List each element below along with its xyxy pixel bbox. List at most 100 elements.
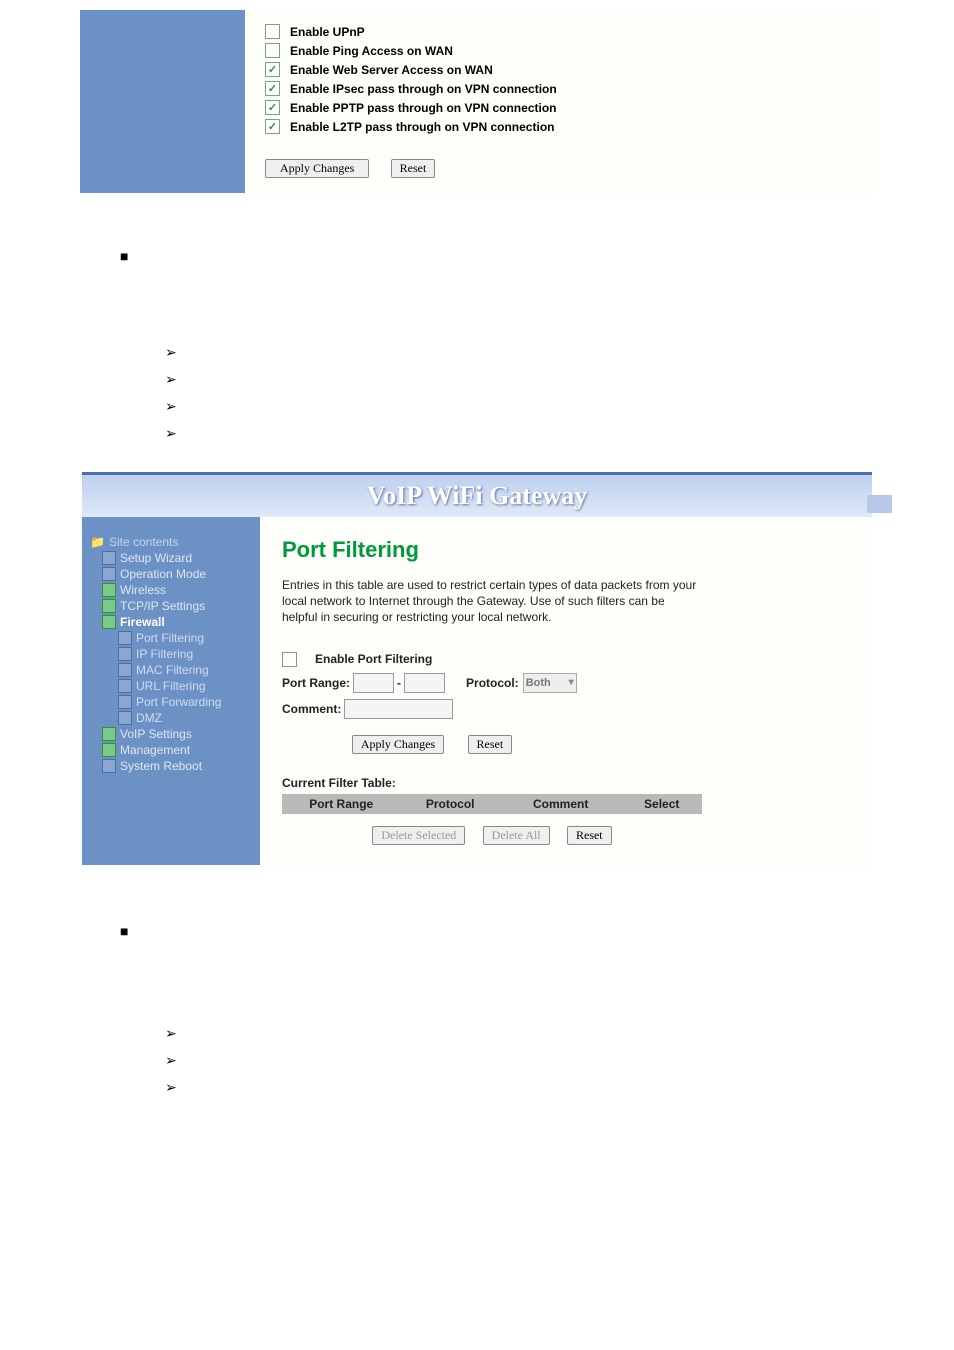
nav-url-filtering[interactable]: URL Filtering	[118, 679, 260, 693]
delete-selected-button[interactable]: Delete Selected	[372, 826, 465, 845]
comment-row: Comment:	[282, 699, 852, 719]
checkbox-checked-icon[interactable]	[265, 62, 280, 77]
nav-dmz[interactable]: DMZ	[118, 711, 260, 725]
app-header: VoIP WiFi Gateway	[82, 475, 872, 517]
port-filtering-panel: VoIP WiFi Gateway 📁 Site contents Setup …	[82, 472, 872, 865]
nav-wireless[interactable]: Wireless	[102, 583, 260, 597]
folder-icon	[102, 583, 116, 597]
arrow-list	[165, 1025, 954, 1096]
reset-button[interactable]: Reset	[567, 826, 612, 845]
arrow-item	[165, 398, 954, 415]
option-label: Enable Ping Access on WAN	[290, 44, 453, 58]
tree-root[interactable]: 📁 Site contents	[90, 535, 260, 549]
comment-label: Comment:	[282, 702, 341, 716]
reset-button[interactable]: Reset	[391, 159, 436, 178]
enable-row[interactable]: Enable Port Filtering	[282, 652, 852, 667]
option-label: Enable IPsec pass through on VPN connect…	[290, 82, 557, 96]
page-icon	[118, 663, 132, 677]
nav-firewall[interactable]: Firewall	[102, 615, 260, 629]
th-port-range: Port Range	[282, 794, 400, 814]
option-ping-wan[interactable]: Enable Ping Access on WAN	[265, 43, 854, 58]
nav-port-filtering[interactable]: Port Filtering	[118, 631, 260, 645]
checkbox-icon[interactable]	[265, 43, 280, 58]
sidebar-placeholder	[80, 10, 245, 193]
dash: -	[397, 676, 401, 690]
checkbox-checked-icon[interactable]	[265, 119, 280, 134]
table-header-row: Port Range Protocol Comment Select	[282, 794, 702, 814]
tree-root-label: Site contents	[109, 535, 178, 549]
arrow-item	[165, 425, 954, 442]
page-icon	[118, 647, 132, 661]
page-icon	[102, 759, 116, 773]
page-icon	[102, 551, 116, 565]
checkbox-checked-icon[interactable]	[265, 100, 280, 115]
table-title: Current Filter Table:	[282, 776, 852, 790]
checkbox-checked-icon[interactable]	[265, 81, 280, 96]
nav-system-reboot[interactable]: System Reboot	[102, 759, 260, 773]
page-title: Port Filtering	[282, 537, 852, 563]
port-end-input[interactable]	[404, 673, 445, 693]
folder-icon	[102, 727, 116, 741]
page-icon	[118, 679, 132, 693]
option-pptp[interactable]: Enable PPTP pass through on VPN connecti…	[265, 100, 854, 115]
enable-label: Enable Port Filtering	[315, 652, 432, 666]
th-select: Select	[621, 794, 702, 814]
option-label: Enable L2TP pass through on VPN connecti…	[290, 120, 554, 134]
port-start-input[interactable]	[353, 673, 394, 693]
checkbox-icon[interactable]	[282, 652, 297, 667]
port-range-label: Port Range:	[282, 676, 350, 690]
option-label: Enable PPTP pass through on VPN connecti…	[290, 101, 556, 115]
protocol-label: Protocol:	[466, 676, 519, 690]
arrow-item	[165, 371, 954, 388]
nav-sidebar: 📁 Site contents Setup Wizard Operation M…	[82, 517, 260, 865]
checkbox-icon[interactable]	[265, 24, 280, 39]
reset-button[interactable]: Reset	[468, 735, 513, 754]
page-description: Entries in this table are used to restri…	[282, 577, 702, 626]
arrow-item	[165, 1025, 954, 1042]
nav-ip-filtering[interactable]: IP Filtering	[118, 647, 260, 661]
arrow-item	[165, 344, 954, 361]
apply-button[interactable]: Apply Changes	[352, 735, 444, 754]
app-title: VoIP WiFi Gateway	[367, 475, 588, 517]
nav-port-forwarding[interactable]: Port Forwarding	[118, 695, 260, 709]
option-upnp[interactable]: Enable UPnP	[265, 24, 854, 39]
folder-icon	[102, 599, 116, 613]
page-icon	[118, 631, 132, 645]
nav-voip[interactable]: VoIP Settings	[102, 727, 260, 741]
nav-tcpip[interactable]: TCP/IP Settings	[102, 599, 260, 613]
panel1-button-row: Apply Changes Reset	[265, 159, 854, 178]
th-comment: Comment	[500, 794, 621, 814]
delete-all-button[interactable]: Delete All	[483, 826, 550, 845]
filter-table: Port Range Protocol Comment Select	[282, 794, 702, 814]
tab-stub	[867, 495, 892, 513]
firewall-options-panel: Enable UPnP Enable Ping Access on WAN En…	[80, 10, 874, 193]
nav-mac-filtering[interactable]: MAC Filtering	[118, 663, 260, 677]
comment-input[interactable]	[344, 699, 453, 719]
port-range-row: Port Range: - Protocol: Both	[282, 673, 852, 693]
bullet-marker: ■	[120, 923, 954, 939]
arrow-item	[165, 1052, 954, 1069]
page-icon	[118, 711, 132, 725]
options-content: Enable UPnP Enable Ping Access on WAN En…	[245, 10, 874, 193]
arrow-item	[165, 1079, 954, 1096]
form-button-row: Apply Changes Reset	[282, 735, 582, 754]
nav-operation-mode[interactable]: Operation Mode	[102, 567, 260, 581]
option-webserver-wan[interactable]: Enable Web Server Access on WAN	[265, 62, 854, 77]
option-ipsec[interactable]: Enable IPsec pass through on VPN connect…	[265, 81, 854, 96]
main-content: Port Filtering Entries in this table are…	[260, 517, 872, 865]
page-icon	[102, 567, 116, 581]
option-label: Enable UPnP	[290, 25, 365, 39]
apply-button[interactable]: Apply Changes	[265, 159, 369, 178]
bullet-marker: ■	[120, 248, 954, 264]
option-l2tp[interactable]: Enable L2TP pass through on VPN connecti…	[265, 119, 854, 134]
nav-setup-wizard[interactable]: Setup Wizard	[102, 551, 260, 565]
nav-management[interactable]: Management	[102, 743, 260, 757]
th-protocol: Protocol	[400, 794, 499, 814]
folder-icon	[102, 615, 116, 629]
protocol-select[interactable]: Both	[523, 673, 577, 693]
folder-icon	[102, 743, 116, 757]
page-icon	[118, 695, 132, 709]
table-button-row: Delete Selected Delete All Reset	[282, 826, 702, 845]
option-label: Enable Web Server Access on WAN	[290, 63, 493, 77]
arrow-list	[165, 344, 954, 442]
